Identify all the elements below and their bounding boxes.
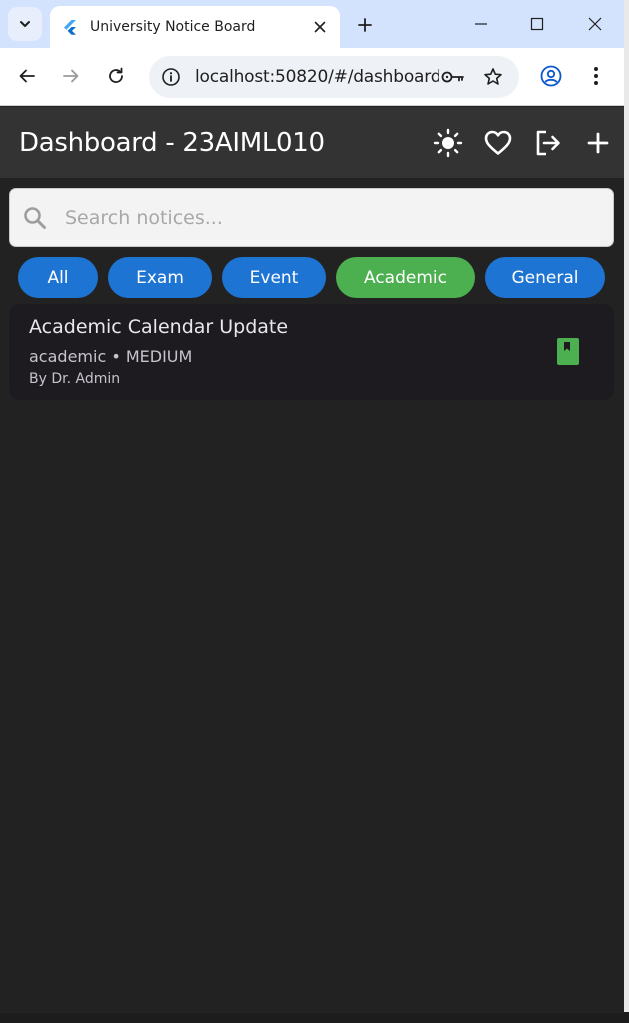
tab-title: University Notice Board: [90, 19, 256, 35]
forward-button[interactable]: [57, 62, 85, 90]
minimize-button[interactable]: [467, 10, 495, 38]
reload-icon: [109, 67, 123, 83]
add-notice-button[interactable]: [580, 125, 616, 161]
notice-category-priority: academic • MEDIUM: [29, 347, 193, 366]
plus-icon: [587, 132, 609, 153]
sun-icon: [433, 128, 463, 157]
bookmark-star-button[interactable]: [479, 63, 507, 91]
site-info-button[interactable]: [159, 65, 183, 89]
browser-tab[interactable]: University Notice Board: [50, 6, 340, 48]
favorites-button[interactable]: [480, 125, 516, 161]
plus-icon: [358, 18, 372, 32]
notice-card[interactable]: Academic Calendar Update academic • MEDI…: [9, 304, 614, 400]
key-icon: [441, 71, 464, 83]
search-box: [9, 188, 614, 247]
browser-toolbar: localhost:50820/#/dashboard: [0, 48, 624, 106]
arrow-right-icon: [63, 69, 79, 83]
menu-button[interactable]: [582, 62, 610, 90]
notice-title: Academic Calendar Update: [29, 316, 289, 338]
notice-author: By Dr. Admin: [29, 371, 121, 387]
close-icon: [588, 17, 602, 31]
back-button[interactable]: [13, 62, 41, 90]
address-bar[interactable]: localhost:50820/#/dashboard: [149, 56, 519, 98]
bookmark-icon[interactable]: [557, 338, 579, 365]
star-icon: [484, 68, 502, 85]
theme-toggle-button[interactable]: [430, 125, 466, 161]
search-icon: [24, 206, 46, 229]
heart-icon: [484, 130, 512, 155]
desktop-background: [624, 0, 629, 1023]
close-icon: [314, 21, 326, 33]
new-tab-button[interactable]: [352, 12, 378, 38]
tab-strip: University Notice Board: [0, 0, 624, 48]
info-icon: [162, 68, 180, 86]
filter-chip-exam[interactable]: Exam: [108, 257, 212, 298]
search-input[interactable]: [65, 206, 585, 229]
profile-icon: [540, 65, 562, 87]
password-key-button[interactable]: [439, 63, 467, 91]
close-window-button[interactable]: [581, 10, 609, 38]
profile-button[interactable]: [537, 62, 565, 90]
chevron-down-icon: [20, 21, 30, 27]
app-bar: Dashboard - 23AIML010: [0, 107, 624, 178]
flutter-icon: [64, 20, 76, 35]
taskbar-edge: [0, 1012, 629, 1023]
filter-chip-event[interactable]: Event: [222, 257, 326, 298]
filter-chip-academic[interactable]: Academic: [336, 257, 475, 298]
minimize-icon: [475, 23, 487, 25]
tab-search-button[interactable]: [8, 7, 42, 41]
maximize-button[interactable]: [523, 10, 551, 38]
browser-window: University Notice Board localhost:50820/…: [0, 0, 624, 1013]
close-tab-button[interactable]: [310, 17, 330, 37]
logout-icon: [536, 130, 560, 155]
page-title: Dashboard - 23AIML010: [19, 127, 325, 158]
arrow-left-icon: [19, 69, 35, 83]
url-text: localhost:50820/#/dashboard: [195, 67, 439, 87]
logout-button[interactable]: [530, 125, 566, 161]
filter-chip-general[interactable]: General: [485, 257, 605, 298]
filter-chip-all[interactable]: All: [18, 257, 98, 298]
reload-button[interactable]: [102, 62, 130, 90]
maximize-icon: [530, 17, 544, 31]
more-vertical-icon: [594, 67, 598, 85]
